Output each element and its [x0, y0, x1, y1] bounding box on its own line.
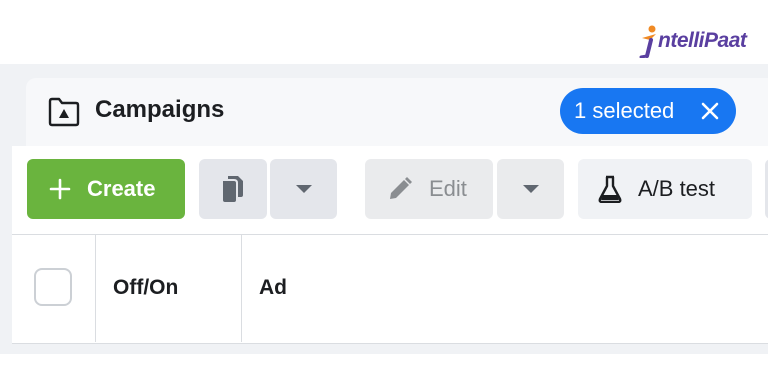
select-all-checkbox[interactable]	[34, 268, 72, 306]
pencil-icon	[390, 177, 412, 199]
selected-count-label: 1 selected	[574, 98, 675, 123]
edit-dropdown-button[interactable]	[497, 159, 564, 219]
column-header-ad[interactable]: Ad	[259, 276, 287, 300]
column-divider	[241, 234, 242, 342]
chevron-down-icon	[295, 185, 312, 193]
duplicate-icon	[223, 176, 243, 202]
intellipaat-logo: ntelliPaat	[638, 24, 747, 58]
create-label: Create	[87, 176, 156, 201]
logo-figure-icon	[639, 25, 656, 58]
duplicate-button[interactable]	[199, 159, 267, 219]
plus-icon	[49, 178, 71, 200]
logo-text: ntelliPaat	[658, 29, 747, 52]
close-icon[interactable]	[698, 99, 722, 123]
folder-icon	[48, 97, 80, 127]
create-button[interactable]: Create	[27, 159, 185, 219]
column-divider	[95, 234, 96, 342]
ab-test-label: A/B test	[638, 176, 716, 201]
flask-icon	[598, 175, 622, 203]
duplicate-dropdown-button[interactable]	[270, 159, 337, 219]
page-title: Campaigns	[95, 96, 225, 123]
selection-badge[interactable]: 1 selected	[560, 88, 736, 134]
edit-label: Edit	[429, 176, 467, 201]
chevron-down-icon	[522, 185, 539, 193]
column-header-off-on[interactable]: Off/On	[113, 276, 178, 300]
page-bottom	[0, 354, 768, 384]
edit-button[interactable]: Edit	[365, 159, 493, 219]
ab-test-button[interactable]: A/B test	[578, 159, 752, 219]
